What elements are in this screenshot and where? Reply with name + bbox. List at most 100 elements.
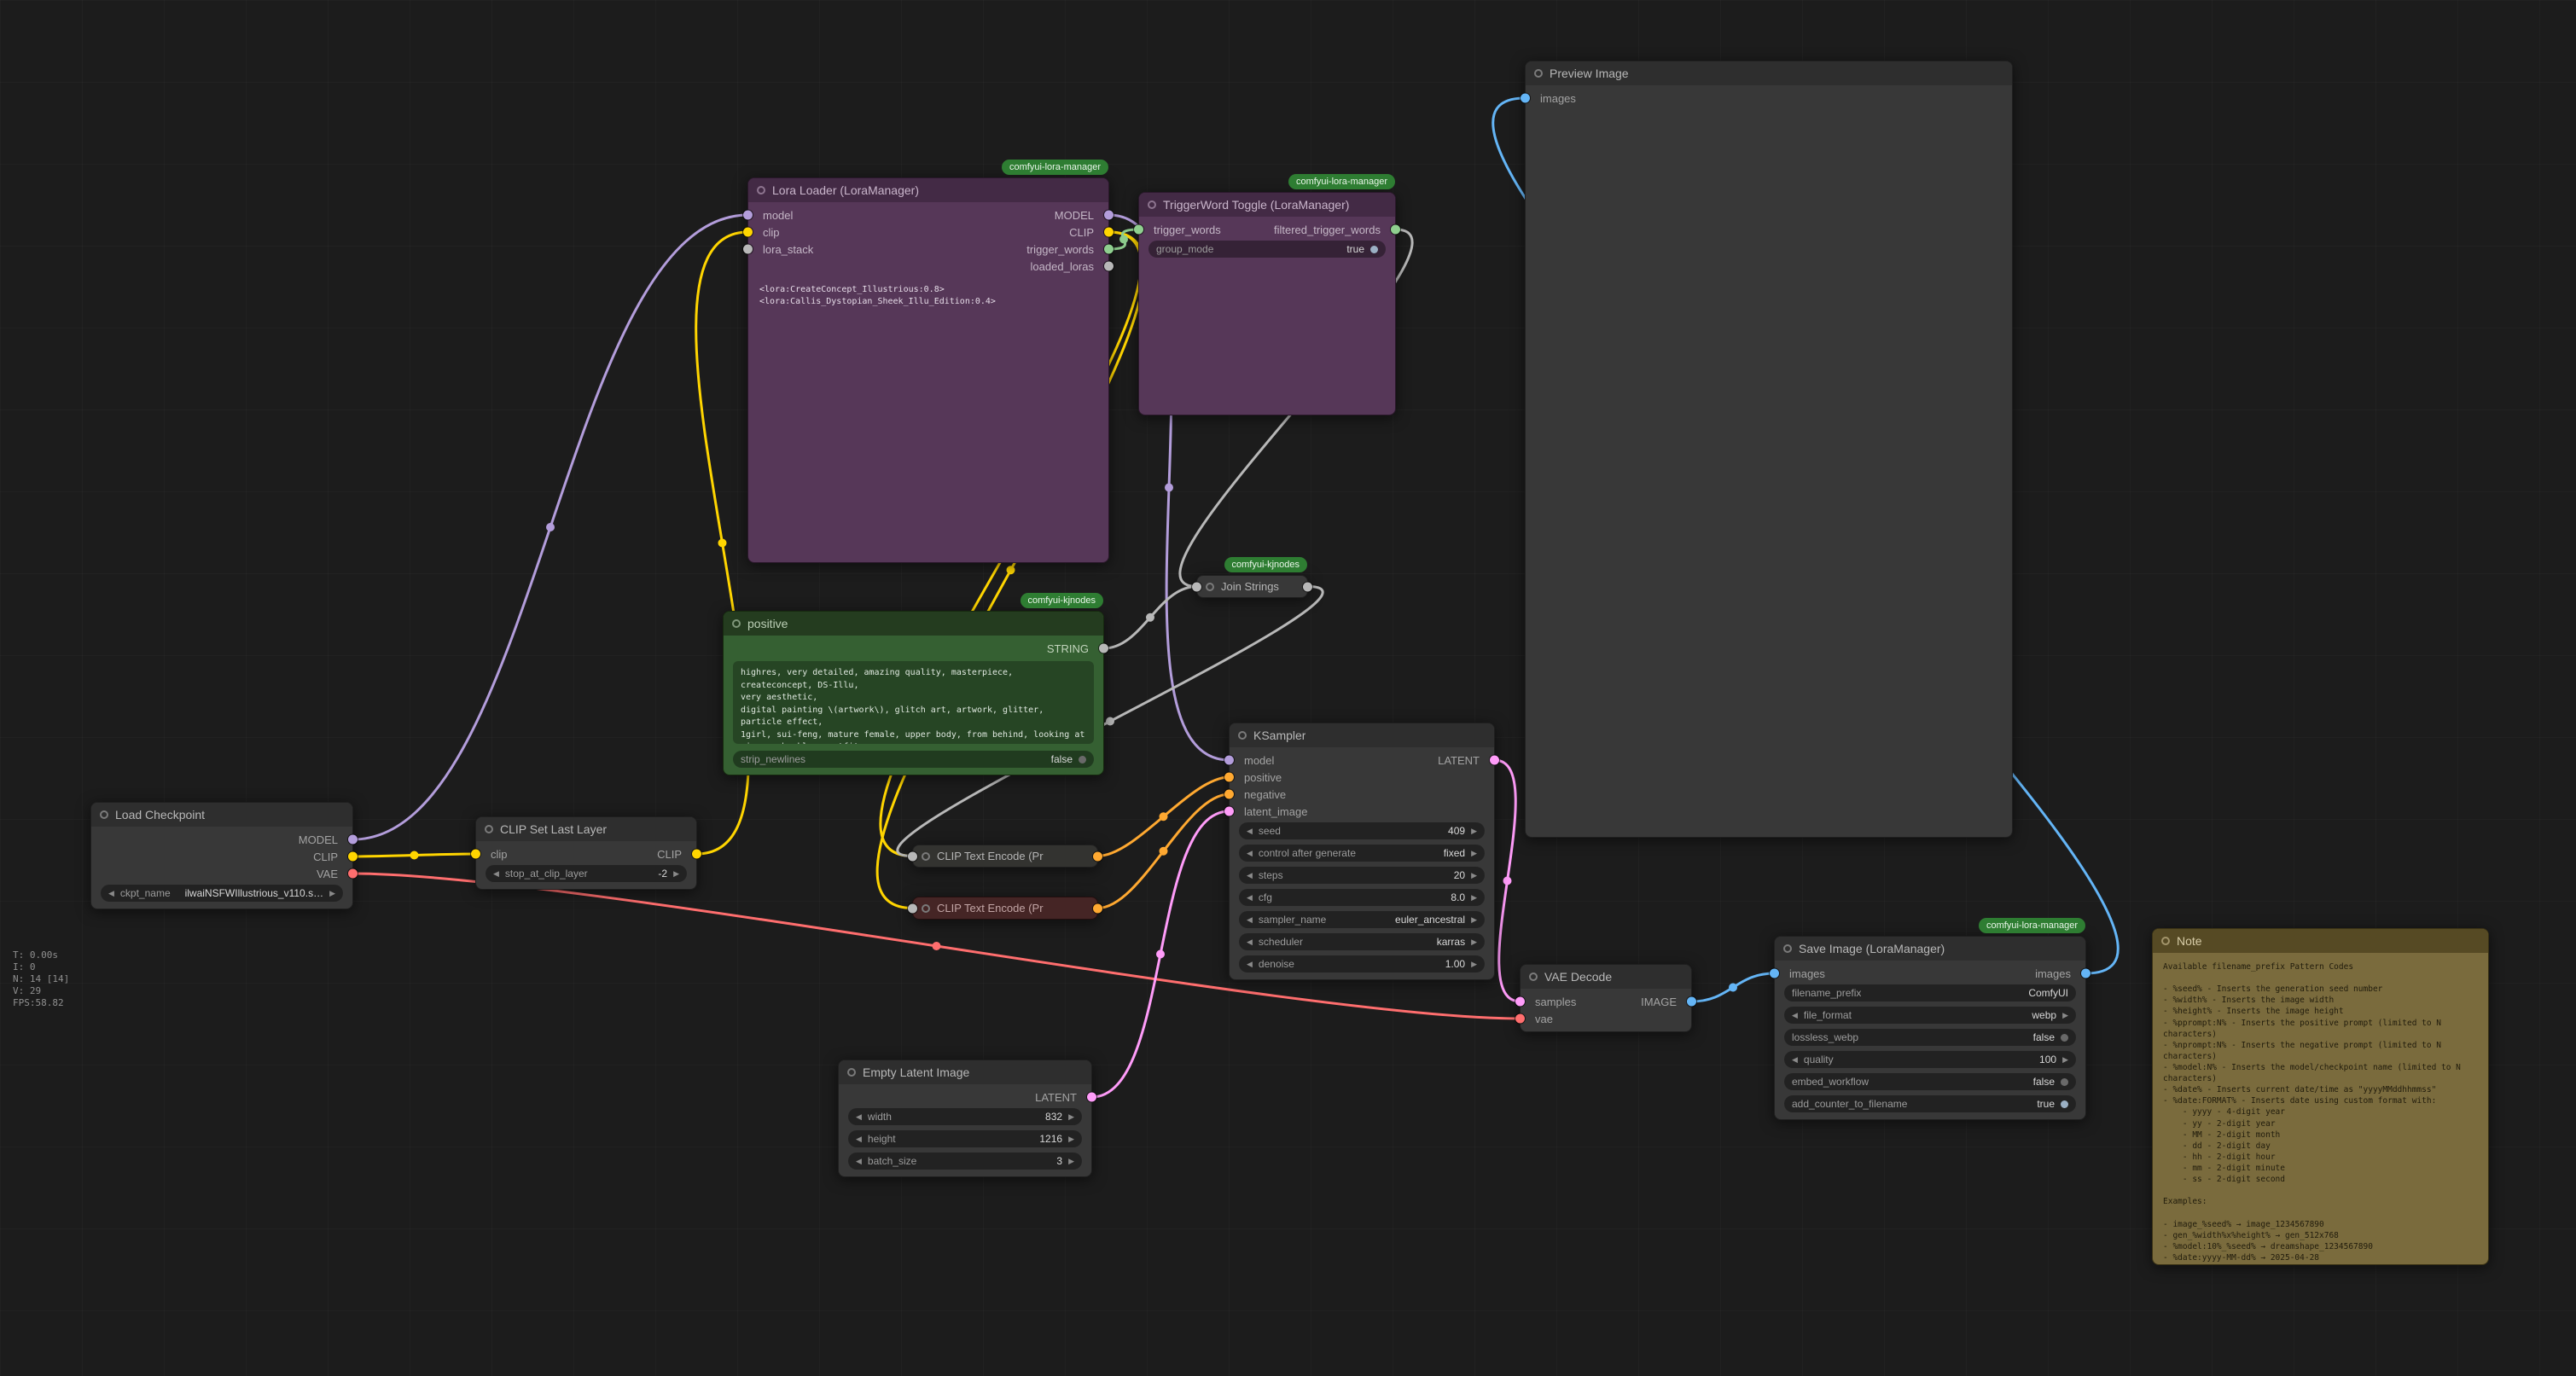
images-output-port[interactable]: [2081, 969, 2090, 978]
lossless-webp-toggle[interactable]: lossless_webp false: [1784, 1029, 2076, 1046]
latent-output-port[interactable]: [1087, 1093, 1096, 1102]
node-positive-prompt[interactable]: comfyui-kjnodes positive STRING highres,…: [723, 611, 1104, 775]
prev-arrow-icon[interactable]: ◀: [1247, 960, 1253, 969]
node-clip-set-last-layer[interactable]: CLIP Set Last Layer clip CLIP ◀ stop_at_…: [475, 816, 697, 890]
control-after-generate-widget[interactable]: ◀ control after generate fixed ▶: [1239, 845, 1485, 862]
collapse-toggle-icon[interactable]: [1529, 972, 1538, 981]
filename-prefix-widget[interactable]: filename_prefix ComfyUI: [1784, 984, 2076, 1002]
quality-widget[interactable]: ◀ quality 100 ▶: [1784, 1051, 2076, 1068]
node-title-bar[interactable]: CLIP Set Last Layer: [476, 817, 696, 841]
next-arrow-icon[interactable]: ▶: [1471, 938, 1477, 947]
prev-arrow-icon[interactable]: ◀: [1247, 938, 1253, 947]
collapse-toggle-icon[interactable]: [100, 810, 108, 819]
collapse-toggle-icon[interactable]: [1148, 200, 1156, 209]
string-output-port[interactable]: [1303, 582, 1312, 591]
next-arrow-icon[interactable]: ▶: [1471, 827, 1477, 836]
node-title-bar[interactable]: positive: [724, 612, 1103, 636]
model-output-port[interactable]: [1104, 211, 1114, 220]
node-triggerword-toggle[interactable]: comfyui-lora-manager TriggerWord Toggle …: [1138, 192, 1396, 415]
loaded-loras-output-port[interactable]: [1104, 262, 1114, 271]
node-empty-latent-image[interactable]: Empty Latent Image LATENT ◀ width 832 ▶ …: [838, 1060, 1092, 1177]
node-title-bar[interactable]: KSampler: [1230, 723, 1494, 747]
denoise-widget[interactable]: ◀ denoise 1.00 ▶: [1239, 955, 1485, 972]
collapse-toggle-icon[interactable]: [1783, 944, 1792, 953]
string-output-port[interactable]: [1099, 644, 1108, 653]
node-title-bar[interactable]: TriggerWord Toggle (LoraManager): [1139, 193, 1395, 217]
node-title-bar[interactable]: Load Checkpoint: [91, 803, 352, 827]
vae-output-port[interactable]: [348, 869, 358, 879]
next-arrow-icon[interactable]: ▶: [329, 889, 335, 898]
batch-size-widget[interactable]: ◀ batch_size 3 ▶: [848, 1152, 1082, 1170]
prev-arrow-icon[interactable]: ◀: [856, 1112, 862, 1122]
next-arrow-icon[interactable]: ▶: [1068, 1157, 1074, 1166]
node-save-image[interactable]: comfyui-lora-manager Save Image (LoraMan…: [1774, 936, 2086, 1120]
collapse-toggle-icon[interactable]: [1238, 731, 1247, 740]
images-input-port[interactable]: [1770, 969, 1779, 978]
node-preview-image[interactable]: Preview Image images: [1525, 61, 2013, 838]
prev-arrow-icon[interactable]: ◀: [1247, 849, 1253, 858]
toggle-dot-icon[interactable]: [2061, 1034, 2068, 1042]
note-text[interactable]: Available filename_prefix Pattern Codes …: [2153, 953, 2488, 1264]
latent-output-port[interactable]: [1490, 756, 1499, 765]
model-input-port[interactable]: [743, 211, 753, 220]
clip-input-port[interactable]: [743, 228, 753, 237]
steps-widget[interactable]: ◀ steps 20 ▶: [1239, 867, 1485, 884]
prev-arrow-icon[interactable]: ◀: [1792, 1055, 1798, 1065]
filtered-trigger-words-output-port[interactable]: [1391, 225, 1400, 235]
prev-arrow-icon[interactable]: ◀: [856, 1135, 862, 1144]
toggle-dot-icon[interactable]: [2061, 1100, 2068, 1108]
node-title-bar[interactable]: VAE Decode: [1521, 965, 1691, 989]
collapsed-input-port[interactable]: [908, 903, 917, 913]
node-note[interactable]: Note Available filename_prefix Pattern C…: [2152, 928, 2489, 1265]
collapse-toggle-icon[interactable]: [1206, 583, 1214, 591]
prev-arrow-icon[interactable]: ◀: [1247, 893, 1253, 903]
node-title-bar[interactable]: Note: [2153, 929, 2488, 953]
strip-newlines-toggle[interactable]: strip_newlines false: [733, 751, 1094, 768]
node-lora-loader[interactable]: comfyui-lora-manager Lora Loader (LoraMa…: [747, 177, 1109, 563]
node-load-checkpoint[interactable]: Load Checkpoint MODEL CLIP VAE ◀ ckpt_na…: [90, 802, 353, 909]
embed-workflow-toggle[interactable]: embed_workflow false: [1784, 1073, 2076, 1090]
prev-arrow-icon[interactable]: ◀: [1792, 1011, 1798, 1020]
collapse-toggle-icon[interactable]: [757, 186, 765, 194]
cfg-widget[interactable]: ◀ cfg 8.0 ▶: [1239, 889, 1485, 906]
next-arrow-icon[interactable]: ▶: [2062, 1011, 2068, 1020]
prev-arrow-icon[interactable]: ◀: [1247, 915, 1253, 925]
prev-arrow-icon[interactable]: ◀: [856, 1157, 862, 1166]
seed-widget[interactable]: ◀ seed 409 ▶: [1239, 822, 1485, 839]
node-title-bar[interactable]: Empty Latent Image: [839, 1060, 1091, 1084]
node-clip-text-encode-negative[interactable]: CLIP Text Encode (Pr: [912, 897, 1098, 920]
toggle-dot-icon[interactable]: [2061, 1078, 2068, 1086]
next-arrow-icon[interactable]: ▶: [1471, 915, 1477, 925]
prompt-textarea[interactable]: highres, very detailed, amazing quality,…: [733, 661, 1094, 744]
node-graph-canvas[interactable]: Load Checkpoint MODEL CLIP VAE ◀ ckpt_na…: [0, 0, 2576, 1376]
clip-output-port[interactable]: [1104, 228, 1114, 237]
prev-arrow-icon[interactable]: ◀: [1247, 871, 1253, 880]
lora-stack-input-port[interactable]: [743, 245, 753, 254]
group-mode-toggle[interactable]: group_mode true: [1148, 241, 1386, 258]
collapse-toggle-icon[interactable]: [2161, 937, 2170, 945]
node-join-strings[interactable]: comfyui-kjnodes Join Strings: [1196, 575, 1308, 598]
scheduler-widget[interactable]: ◀ scheduler karras ▶: [1239, 933, 1485, 950]
model-input-port[interactable]: [1224, 756, 1234, 765]
next-arrow-icon[interactable]: ▶: [1471, 871, 1477, 880]
samples-input-port[interactable]: [1515, 997, 1525, 1007]
node-clip-text-encode-positive[interactable]: CLIP Text Encode (Pr: [912, 845, 1098, 868]
next-arrow-icon[interactable]: ▶: [2062, 1055, 2068, 1065]
node-title-bar[interactable]: Preview Image: [1526, 61, 2012, 85]
collapse-toggle-icon[interactable]: [1534, 69, 1543, 78]
sampler-name-widget[interactable]: ◀ sampler_name euler_ancestral ▶: [1239, 911, 1485, 928]
width-widget[interactable]: ◀ width 832 ▶: [848, 1108, 1082, 1125]
prev-arrow-icon[interactable]: ◀: [108, 889, 114, 898]
clip-output-port[interactable]: [348, 852, 358, 862]
collapse-toggle-icon[interactable]: [922, 904, 930, 913]
node-vae-decode[interactable]: VAE Decode samples IMAGE vae: [1520, 964, 1692, 1032]
next-arrow-icon[interactable]: ▶: [1471, 849, 1477, 858]
images-input-port[interactable]: [1521, 94, 1530, 103]
node-title-bar[interactable]: Save Image (LoraManager): [1775, 937, 2085, 961]
next-arrow-icon[interactable]: ▶: [1068, 1112, 1074, 1122]
next-arrow-icon[interactable]: ▶: [1471, 893, 1477, 903]
model-output-port[interactable]: [348, 835, 358, 845]
next-arrow-icon[interactable]: ▶: [1471, 960, 1477, 969]
collapse-toggle-icon[interactable]: [732, 619, 741, 628]
collapse-toggle-icon[interactable]: [485, 825, 493, 833]
